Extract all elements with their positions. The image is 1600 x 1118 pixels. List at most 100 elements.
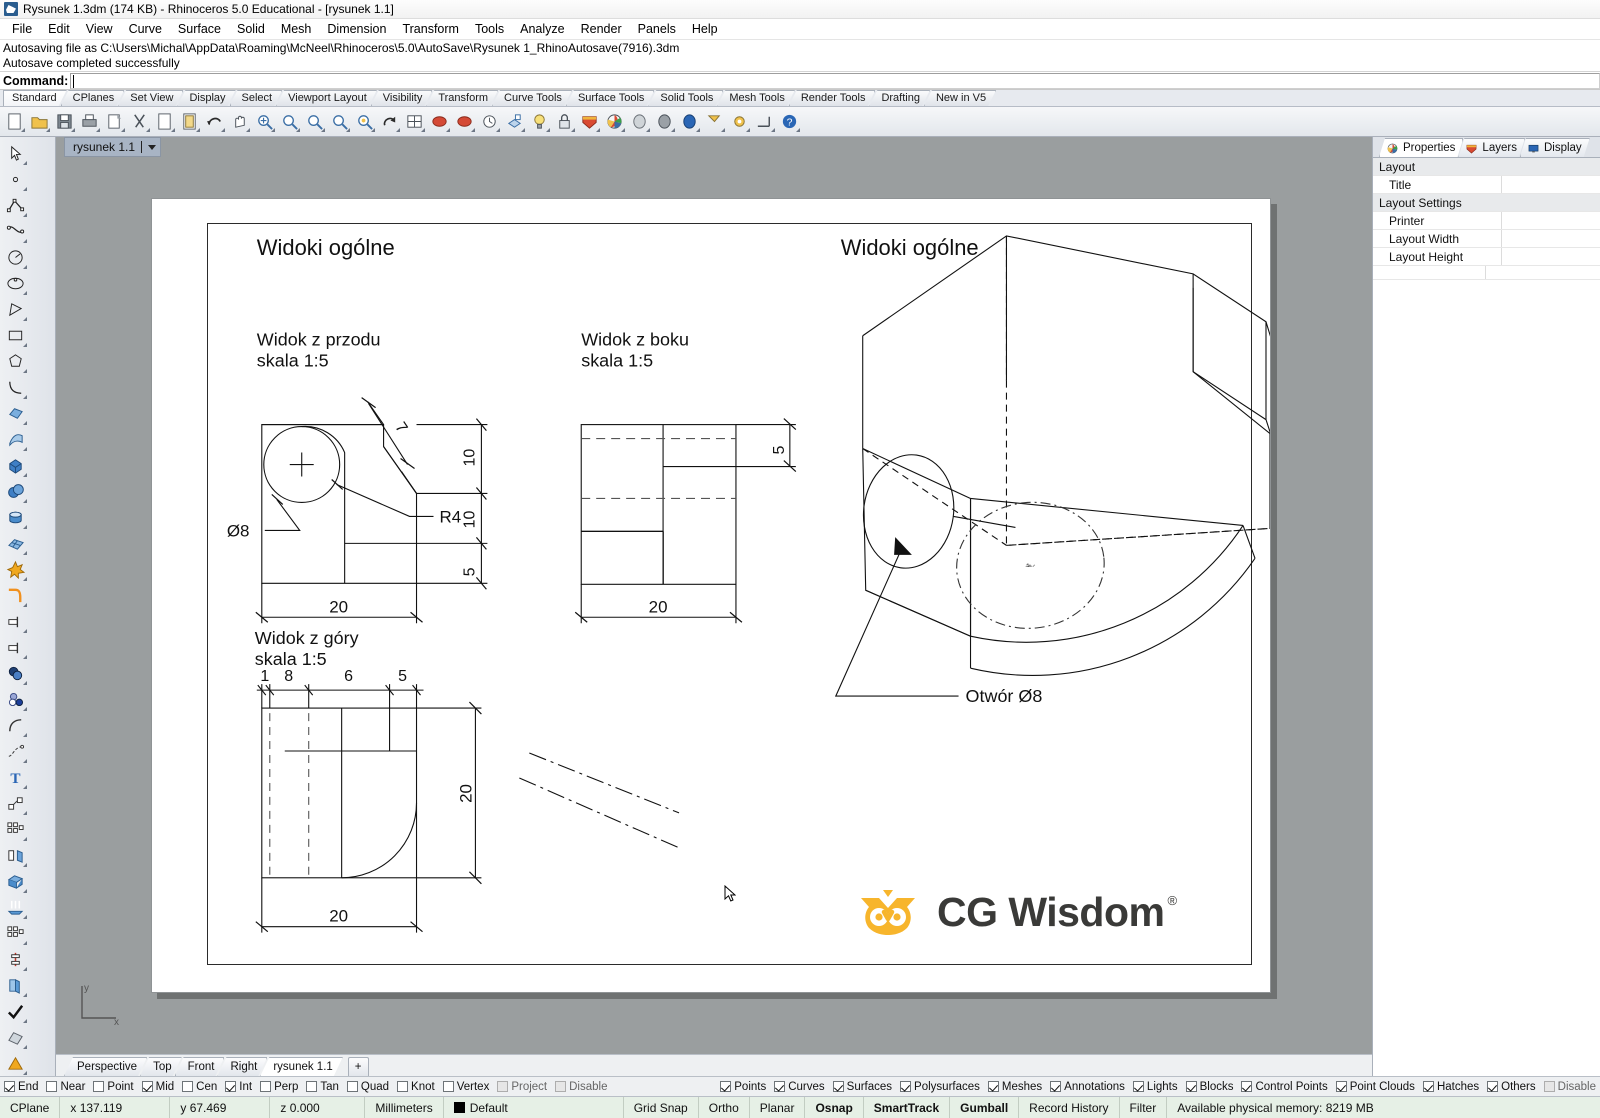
toolbar-tab-visibility[interactable]: Visibility [371,90,433,106]
toolbar-flyout-corner[interactable] [23,811,27,815]
text-icon[interactable]: T [2,764,28,790]
filter-points[interactable]: Points [720,1081,766,1093]
osnap-end[interactable]: End [4,1081,38,1093]
panel-tab-display[interactable]: Display [1520,138,1590,157]
panel-tab-properties[interactable]: Properties [1379,138,1463,157]
toolbar-tab-transform[interactable]: Transform [426,90,498,106]
chevron-down-icon[interactable] [148,144,157,150]
layer-color-icon[interactable] [578,110,601,133]
dimension-icon[interactable] [2,790,28,816]
zoom-dynamic-icon[interactable] [303,110,326,133]
lock-icon[interactable] [553,110,576,133]
toolbar-flyout-corner[interactable] [246,128,250,132]
polygon-triangle-icon[interactable] [2,296,28,322]
checkbox-box[interactable] [141,1081,153,1092]
checkbox-box[interactable] [46,1081,58,1092]
boolean-intersection-icon[interactable] [2,686,28,712]
toolbar-flyout-corner[interactable] [171,128,175,132]
toolbar-flyout-corner[interactable] [96,128,100,132]
curve-control-points-icon[interactable] [2,218,28,244]
property-value[interactable] [1485,266,1600,279]
add-layout-button[interactable]: + [347,1057,369,1076]
toolbar-flyout-corner[interactable] [23,473,27,477]
checkbox-box[interactable] [397,1081,409,1092]
checkbox-box[interactable] [346,1081,358,1092]
checkbox-box[interactable] [900,1081,912,1092]
undo-icon[interactable] [203,110,226,133]
osnap-knot[interactable]: Knot [397,1081,435,1093]
toolbar-flyout-corner[interactable] [621,128,625,132]
filter-lights[interactable]: Lights [1132,1081,1178,1093]
status-layer[interactable]: Default [444,1097,624,1118]
polygon-icon[interactable] [2,348,28,374]
status-osnap[interactable]: Osnap [805,1097,864,1118]
point-icon[interactable] [2,166,28,192]
filter-annotations[interactable]: Annotations [1050,1081,1125,1093]
toolbar-flyout-corner[interactable] [23,239,27,243]
split-icon[interactable] [2,634,28,660]
checkbox-box[interactable] [1422,1081,1434,1092]
array-icon[interactable] [2,816,28,842]
filter-surfaces[interactable]: Surfaces [832,1081,892,1093]
checkbox-box[interactable] [720,1081,732,1092]
toolbar-flyout-corner[interactable] [23,395,27,399]
property-value[interactable] [1501,248,1600,265]
explode-icon[interactable] [2,556,28,582]
shade-icon[interactable] [428,110,451,133]
toolbar-flyout-corner[interactable] [346,128,350,132]
color-wheel-icon[interactable] [603,110,626,133]
menu-item-dimension[interactable]: Dimension [319,20,394,38]
checkbox-box[interactable] [1185,1081,1197,1092]
toolbar-tab-new-in-v5[interactable]: New in V5 [924,90,996,106]
menu-item-curve[interactable]: Curve [121,20,170,38]
toolbar-flyout-corner[interactable] [746,128,750,132]
zoom-window-icon[interactable] [278,110,301,133]
zoom-target-icon[interactable] [353,110,376,133]
rectangle-icon[interactable] [2,322,28,348]
status-gumball[interactable]: Gumball [950,1097,1020,1118]
toolbar-flyout-corner[interactable] [23,993,27,997]
toolbar-flyout-corner[interactable] [23,785,27,789]
toolbar-flyout-corner[interactable] [23,551,27,555]
filter-meshes[interactable]: Meshes [987,1081,1042,1093]
osnap-tan[interactable]: Tan [306,1081,339,1093]
toolbar-tab-render-tools[interactable]: Render Tools [789,90,876,106]
surface-control-points-icon[interactable] [2,400,28,426]
filter-blocks[interactable]: Blocks [1185,1081,1233,1093]
arc-icon[interactable] [2,374,28,400]
toolbar-flyout-corner[interactable] [23,213,27,217]
toolbar-flyout-corner[interactable] [23,161,27,165]
toolbar-flyout-corner[interactable] [23,317,27,321]
help-icon[interactable]: ? [778,110,801,133]
status-ortho[interactable]: Ortho [699,1097,750,1118]
toolbar-flyout-corner[interactable] [23,889,27,893]
zoom-extents-icon[interactable] [253,110,276,133]
menu-item-panels[interactable]: Panels [630,20,684,38]
cylinder-icon[interactable] [2,504,28,530]
print-icon[interactable] [78,110,101,133]
menu-item-help[interactable]: Help [684,20,726,38]
offset-curve-icon[interactable] [2,712,28,738]
material-dark-icon[interactable] [653,110,676,133]
polyline-icon[interactable] [2,192,28,218]
loft-icon[interactable] [2,894,28,920]
viewport-tab-rysunek[interactable]: rysunek 1.1 [64,137,162,157]
toolbar-flyout-corner[interactable] [23,733,27,737]
toolbar-flyout-corner[interactable] [471,128,475,132]
panel-tab-layers[interactable]: Layers [1458,138,1525,157]
toolbar-tab-cplanes[interactable]: CPlanes [61,90,125,106]
checkbox-box[interactable] [93,1081,105,1092]
pan-hand-icon[interactable] [228,110,251,133]
toolbar-flyout-corner[interactable] [23,291,27,295]
select-arrow-icon[interactable] [2,140,28,166]
menu-item-file[interactable]: File [4,20,40,38]
toolbar-flyout-corner[interactable] [571,128,575,132]
toolbar-tab-viewport-layout[interactable]: Viewport Layout [276,90,377,106]
toolbar-tab-drafting[interactable]: Drafting [869,90,930,106]
toolbar-flyout-corner[interactable] [23,655,27,659]
toolbar-flyout-corner[interactable] [46,128,50,132]
status-planar[interactable]: Planar [750,1097,806,1118]
menu-item-tools[interactable]: Tools [467,20,512,38]
toolbar-flyout-corner[interactable] [23,187,27,191]
toolbar-flyout-corner[interactable] [521,128,525,132]
